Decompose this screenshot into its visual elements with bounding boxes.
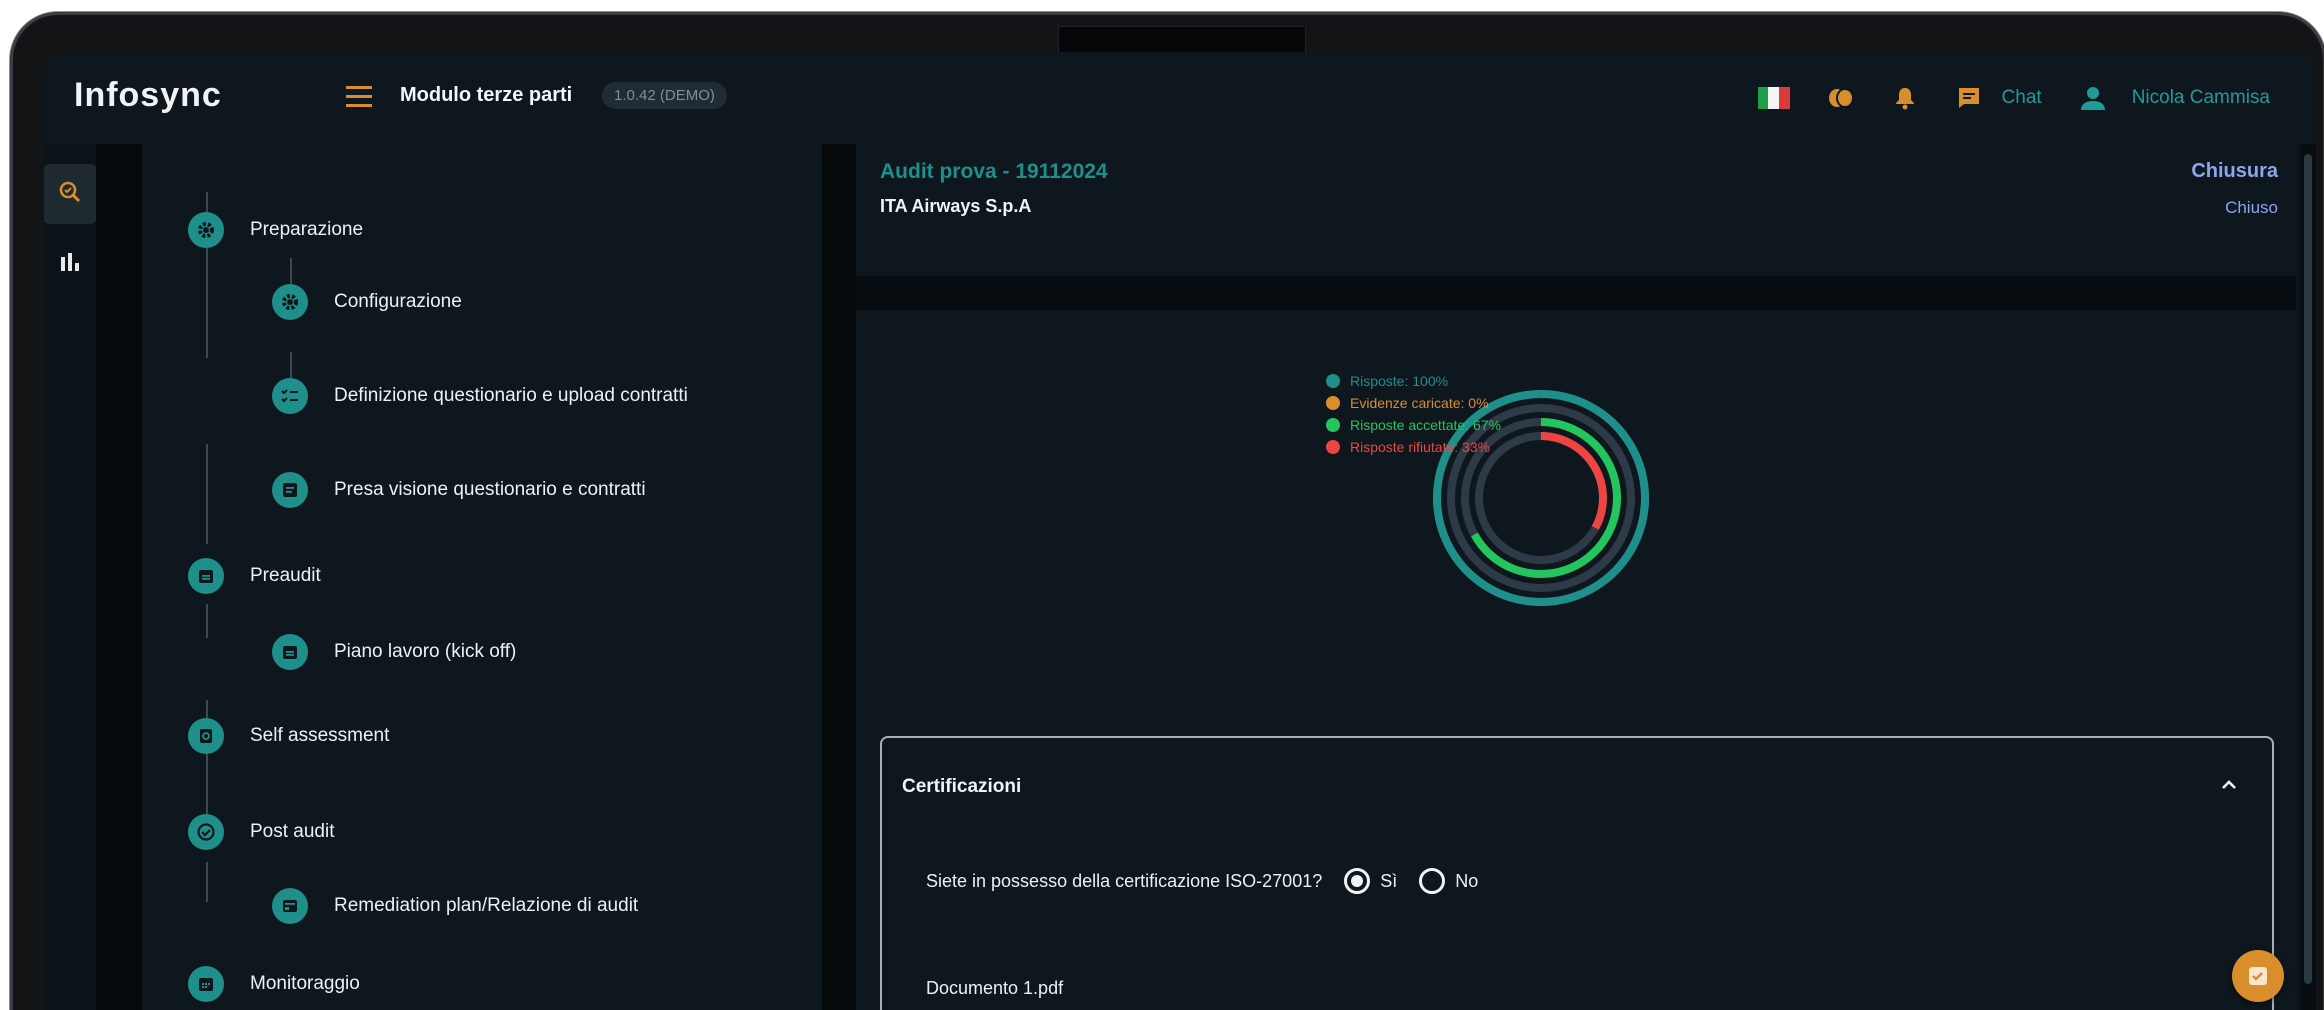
radio-selected-icon [1344,868,1371,894]
legend-swatch [1326,418,1340,432]
step-label: Preaudit [250,565,321,586]
iso-question: Siete in possesso della certificazione I… [926,868,1478,894]
audit-phase: Chiusura [2191,160,2278,182]
legend-label: Risposte rifiutate: 33% [1350,439,1491,455]
header-actions: Chat Nicola Cammisa [1757,78,2270,118]
step-label: Configurazione [334,291,462,312]
step-label: Presa visione questionario e contratti [334,479,646,500]
step-label: Post audit [250,821,335,842]
step-label: Definizione questionario e upload contra… [334,385,688,406]
collapse-chevron-up-icon[interactable] [2216,772,2242,798]
legend-item: Risposte rifiutate: 33% [1326,436,1501,458]
check-circle-icon [188,814,224,850]
step-connector [206,604,208,638]
audit-status: Chiuso [2225,198,2278,217]
radio-option-si[interactable]: Sì [1344,868,1397,894]
rail-audit-button[interactable] [44,164,98,224]
progress-chart: Risposte: 100% Evidenze caricate: 0% Ris… [1326,370,1686,610]
calendar-icon [188,558,224,594]
legend-item: Evidenze caricate: 0% [1326,392,1501,414]
step-self-assessment[interactable]: Self assessment [188,718,389,754]
step-label: Remediation plan/Relazione di audit [334,895,639,916]
user-icon [2080,85,2106,111]
coins-icon[interactable] [1828,85,1854,111]
step-label: Monitoraggio [250,973,360,994]
radio-label: No [1455,870,1479,891]
panel-gap [822,144,856,1010]
legend-swatch [1326,440,1340,454]
scrollbar-thumb[interactable] [2304,154,2312,984]
legend-swatch [1326,396,1340,410]
step-remediation-plan[interactable]: Remediation plan/Relazione di audit [272,888,638,924]
chart-legend: Risposte: 100% Evidenze caricate: 0% Ris… [1326,370,1501,458]
hamburger-menu-icon[interactable] [346,86,372,108]
legend-label: Risposte accettate: 67% [1350,417,1501,433]
step-preaudit[interactable]: Preaudit [188,558,321,594]
step-monitoraggio[interactable]: Monitoraggio [188,966,360,1002]
chat-label: Chat [2001,87,2042,108]
audit-card: Risposte: 100% Evidenze caricate: 0% Ris… [856,310,2296,1010]
module-title: Modulo terze parti [400,84,573,106]
step-configurazione[interactable]: Configurazione [272,284,462,320]
italian-flag-icon[interactable] [1757,87,1790,109]
document-icon [272,472,308,508]
app-screen: Infosync Modulo terze parti 1.0.42 (DEMO… [44,52,2316,1010]
version-badge: 1.0.42 (DEMO) [602,82,727,109]
certificazioni-panel: Certificazioni Siete in possesso della c… [880,736,2274,1010]
main-scrollbar[interactable] [2300,144,2316,1010]
step-connector [206,862,208,902]
rail-stats-button[interactable] [44,234,98,294]
chat-icon [1956,85,1982,111]
document-name: Documento 1.pdf [926,978,1064,998]
radio-unselected-icon [1419,868,1446,894]
rail-separator [96,144,142,1010]
main-content: Audit prova - 19112024 ITA Airways S.p.A… [856,144,2296,1010]
icon-rail [44,144,98,1010]
audit-header: Audit prova - 19112024 ITA Airways S.p.A… [856,144,2296,276]
step-label: Self assessment [250,725,390,746]
checklist-icon [2249,967,2267,985]
step-piano-lavoro[interactable]: Piano lavoro (kick off) [272,634,516,670]
audit-company: ITA Airways S.p.A [880,196,1032,216]
step-post-audit[interactable]: Post audit [188,814,335,850]
checklist-fab-button[interactable] [2232,950,2284,1002]
user-menu[interactable]: Nicola Cammisa [2080,85,2270,111]
legend-item: Risposte: 100% [1326,370,1501,392]
step-label: Preparazione [250,219,364,240]
bar-chart-icon [59,251,81,278]
gear-icon [272,284,308,320]
checklist-icon [272,378,308,414]
chat-button[interactable]: Chat [1956,85,2042,111]
legend-label: Evidenze caricate: 0% [1350,395,1489,411]
step-connector [206,444,208,544]
bell-icon[interactable] [1892,85,1918,111]
calendar-grid-icon [188,966,224,1002]
report-icon [272,888,308,924]
legend-label: Risposte: 100% [1350,373,1449,389]
legend-item: Risposte accettate: 67% [1326,414,1501,436]
audit-title: Audit prova - 19112024 [880,160,1108,183]
step-label: Piano lavoro (kick off) [334,641,517,662]
gear-icon [188,212,224,248]
step-preparazione[interactable]: Preparazione [188,212,363,248]
legend-swatch [1326,374,1340,388]
user-name: Nicola Cammisa [2131,87,2270,108]
calendar-icon [272,634,308,670]
certificazioni-title: Certificazioni [902,776,1022,797]
radio-option-no[interactable]: No [1419,868,1478,894]
radio-label: Sì [1380,870,1398,891]
step-presa-visione[interactable]: Presa visione questionario e contratti [272,472,646,508]
audit-search-icon [58,180,82,209]
radial-bar-risposte-rifiutate [1540,432,1607,530]
workflow-steps-panel: Preparazione Configurazione Definizione … [142,144,822,1010]
step-definizione-questionario[interactable]: Definizione questionario e upload contra… [272,378,688,414]
search-doc-icon [188,718,224,754]
brand-logo: Infosync [74,76,222,114]
top-bar: Infosync Modulo terze parti 1.0.42 (DEMO… [44,52,2316,144]
question-text: Siete in possesso della certificazione I… [926,870,1323,891]
